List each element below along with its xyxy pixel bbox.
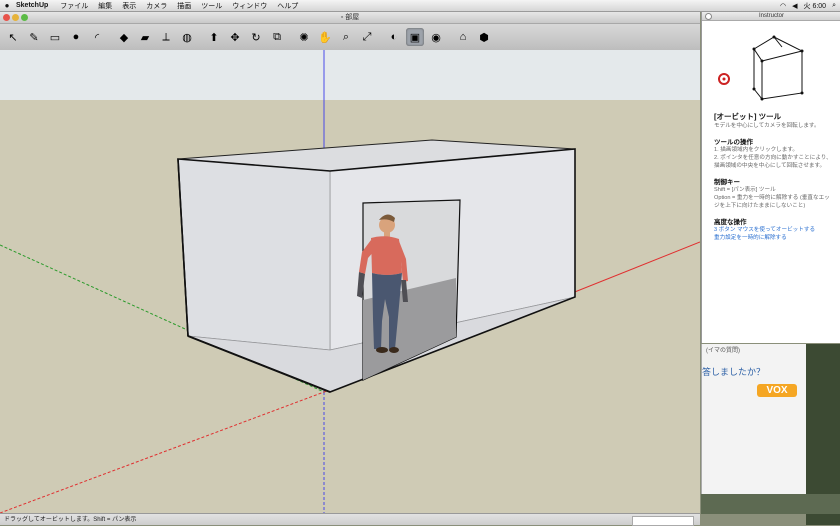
vox-logo: VOX	[757, 384, 797, 397]
background-text-1: (イマの質問)	[706, 348, 740, 354]
advanced-heading: 高度な操作	[714, 219, 747, 226]
minimize-button[interactable]	[12, 14, 19, 21]
circle-icon: ●	[72, 31, 80, 43]
model-canvas[interactable]	[0, 50, 700, 513]
previous-view-tool-button[interactable]: ◐	[385, 28, 403, 46]
offset-tool-button[interactable]: ⧉	[268, 28, 286, 46]
eraser-icon: ▰	[140, 31, 150, 44]
pencil-icon: ✎	[29, 31, 39, 44]
menu-camera[interactable]: カメラ	[146, 1, 167, 11]
rotate-icon: ↻	[251, 31, 261, 44]
wifi-icon[interactable]: ◠	[780, 2, 786, 10]
zoom-extents-tool-button[interactable]: ⤢	[358, 28, 376, 46]
status-text: ドラッグしてオービットします。Shift = パン表示	[4, 517, 137, 523]
operation-step-2: 2. ポインタを任意の方向に動かすことにより、描画領域の中央を中心にして回転させ…	[714, 155, 832, 169]
menu-help[interactable]: ヘルプ	[277, 1, 298, 11]
menu-file[interactable]: ファイル	[60, 1, 88, 11]
pan-tool-button[interactable]: ✋	[316, 28, 334, 46]
iso-view-tool-button[interactable]: ▣	[406, 28, 424, 46]
operation-step-1: 1. 描画領域内をクリックします。	[714, 147, 798, 153]
sketchup-window: ▫ 部屋 ↖ ✎ ▭ ● ◜ ◆ ▰ ⟂ ◍ ⬆ ✥ ↻ ⧉ ✺ ✋ ⌕ ⤢ ◐ ▣ ◉ ⌂ ⬢	[0, 12, 700, 526]
window-title: 部屋	[345, 14, 360, 21]
close-icon[interactable]	[705, 13, 712, 20]
rectangle-icon: ▭	[49, 31, 61, 44]
document-icon: ▫	[340, 14, 344, 21]
zoom-tool-button[interactable]: ⌕	[337, 28, 355, 46]
volume-icon[interactable]: ◀	[792, 2, 797, 10]
components-icon: ⬢	[479, 31, 489, 44]
background-text-2: 答しましたか？	[702, 367, 766, 377]
orbit-icon: ✺	[299, 31, 309, 44]
modifier-shift: Shift = [パン表示] ツール	[714, 187, 776, 193]
instructor-titlebar[interactable]: Instructor	[702, 12, 840, 21]
iso-view-icon: ▣	[409, 31, 421, 44]
rectangle-tool-button[interactable]: ▭	[46, 28, 64, 46]
position-camera-icon: ◉	[431, 31, 441, 44]
3d-warehouse-tool-button[interactable]: ⌂	[454, 28, 472, 46]
components-tool-button[interactable]: ⬢	[475, 28, 493, 46]
drawing-area[interactable]	[0, 50, 700, 513]
modifiers-heading: 制御キー	[714, 179, 740, 186]
select-icon: ↖	[8, 31, 18, 44]
menu-window[interactable]: ウィンドウ	[232, 1, 267, 11]
rotate-tool-button[interactable]: ↻	[247, 28, 265, 46]
arc-tool-button[interactable]: ◜	[88, 28, 106, 46]
modifier-option: Option = 重力を一時的に解除する (垂直なエッジを上下に向けたままにしな…	[714, 195, 830, 209]
orbit-cursor-icon	[718, 73, 730, 85]
instructor-title: Instructor	[758, 13, 784, 19]
push-pull-icon: ⬆	[209, 31, 219, 44]
mac-menubar: ● SketchUp ファイル 編集 表示 カメラ 描画 ツール ウィンドウ ヘ…	[0, 0, 840, 12]
paint-bucket-tool-button[interactable]: ◍	[178, 28, 196, 46]
desktop-background-bottom	[701, 494, 840, 514]
pan-icon: ✋	[318, 31, 332, 44]
paint-bucket-icon: ◍	[182, 31, 192, 44]
window-titlebar[interactable]: ▫ 部屋	[0, 12, 700, 24]
position-camera-tool-button[interactable]: ◉	[427, 28, 445, 46]
instructor-description: モデルを中心にしてカメラを回転します。	[714, 123, 820, 129]
menu-edit[interactable]: 編集	[98, 1, 112, 11]
clock[interactable]: 火 6:00	[804, 1, 827, 11]
push-pull-tool-button[interactable]: ⬆	[205, 28, 223, 46]
zoom-icon: ⌕	[342, 30, 350, 43]
arc-icon: ◜	[94, 31, 100, 44]
instructor-panel: Instructor [オービット] ツール モデルを中心にしてカメラを回転しま…	[701, 12, 840, 343]
zoom-extents-icon: ⤢	[362, 30, 372, 43]
menu-tools[interactable]: ツール	[201, 1, 222, 11]
3d-warehouse-icon: ⌂	[459, 31, 467, 43]
zoom-button[interactable]	[21, 14, 28, 21]
status-bar: ドラッグしてオービットします。Shift = パン表示	[0, 513, 700, 526]
menu-view[interactable]: 表示	[122, 1, 136, 11]
make-component-tool-button[interactable]: ◆	[115, 28, 133, 46]
spotlight-icon[interactable]: ⌕	[832, 2, 836, 10]
move-tool-button[interactable]: ✥	[226, 28, 244, 46]
advanced-link-3button[interactable]: 3 ボタン マウスを使ってオービットする	[714, 226, 833, 234]
apple-icon[interactable]: ●	[0, 1, 14, 10]
offset-icon: ⧉	[273, 30, 281, 43]
pencil-tool-button[interactable]: ✎	[25, 28, 43, 46]
move-icon: ✥	[230, 31, 240, 44]
main-toolbar: ↖ ✎ ▭ ● ◜ ◆ ▰ ⟂ ◍ ⬆ ✥ ↻ ⧉ ✺ ✋ ⌕ ⤢ ◐ ▣ ◉ ⌂ ⬢	[0, 24, 700, 51]
advanced-link-gravity[interactable]: 重力設定を一時的に解除する	[714, 234, 833, 242]
select-tool-button[interactable]: ↖	[4, 28, 22, 46]
orbit-illustration	[718, 35, 804, 101]
orbit-tool-button[interactable]: ✺	[295, 28, 313, 46]
menu-draw[interactable]: 描画	[177, 1, 191, 11]
background-browser-window: (イマの質問) 答しましたか？ VOX	[701, 344, 807, 494]
tape-measure-icon: ⟂	[162, 30, 170, 43]
sky	[0, 50, 700, 100]
make-component-icon: ◆	[119, 31, 129, 44]
close-button[interactable]	[3, 14, 10, 21]
operations-heading: ツールの操作	[714, 139, 753, 146]
eraser-tool-button[interactable]: ▰	[136, 28, 154, 46]
circle-tool-button[interactable]: ●	[67, 28, 85, 46]
previous-view-icon: ◐	[390, 31, 398, 43]
tape-measure-tool-button[interactable]: ⟂	[157, 28, 175, 46]
instructor-heading: [オービット] ツール	[714, 112, 782, 121]
app-menu[interactable]: SketchUp	[16, 2, 48, 9]
